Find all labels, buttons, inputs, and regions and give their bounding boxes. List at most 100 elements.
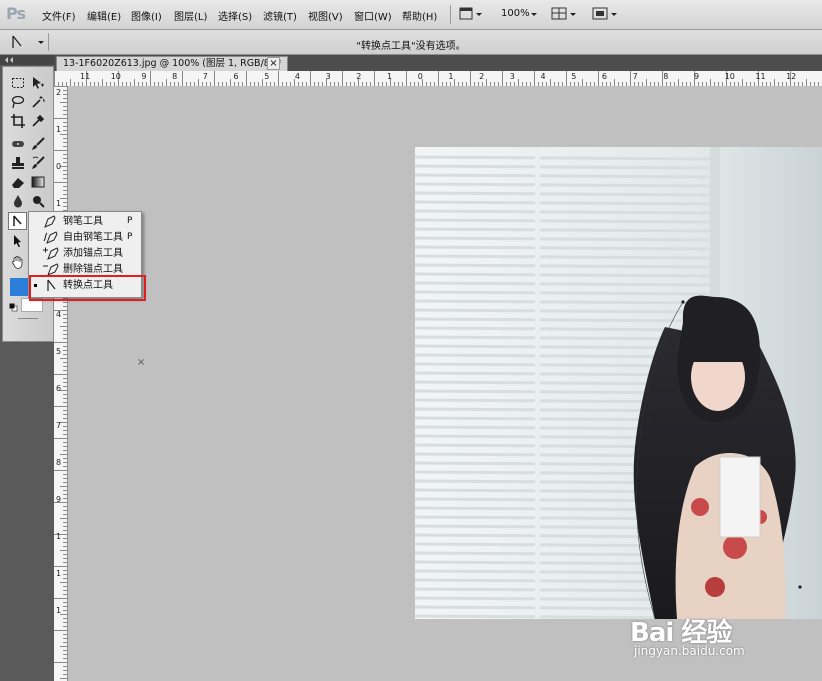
ruler-label: 7	[56, 421, 62, 430]
ruler-label: 2	[356, 72, 362, 81]
blind-slat	[415, 164, 716, 170]
ruler-label: 8	[663, 72, 669, 81]
eraser-icon[interactable]	[9, 174, 26, 190]
blind-slat	[415, 272, 716, 278]
ruler-label: 4	[294, 72, 300, 81]
spot-healing-icon[interactable]	[9, 136, 26, 152]
blind-slat	[415, 182, 716, 188]
ruler-label: 4	[540, 72, 546, 81]
ruler-label: 6	[56, 384, 62, 393]
blind-slat	[415, 308, 716, 314]
blind-slat	[415, 218, 716, 224]
blind-slat	[415, 155, 716, 161]
ruler-label: 9	[694, 72, 700, 81]
zoom-select[interactable]: 100%	[501, 8, 530, 19]
ruler-label: 8	[56, 458, 62, 467]
flyout-item-freeform-pen[interactable]: 自由钢笔工具 P	[29, 230, 141, 245]
move-tool-icon[interactable]	[29, 75, 46, 91]
brush-tool-icon[interactable]	[29, 136, 46, 152]
ruler-label: 6	[601, 72, 607, 81]
freeform-pen-icon	[43, 231, 59, 244]
menu-file[interactable]: 文件(F)	[42, 8, 76, 23]
toolbar-header[interactable]	[0, 55, 54, 65]
menu-image[interactable]: 图像(I)	[131, 8, 162, 23]
ruler-label: 11	[755, 72, 766, 81]
document-tab-title: 13-1F6020Z613.jpg @ 100% (图层 1, RGB/8) *	[63, 58, 282, 69]
ruler-label: 1	[56, 606, 62, 615]
blur-tool-icon[interactable]	[9, 193, 26, 209]
menu-select[interactable]: 选择(S)	[218, 8, 252, 23]
flyout-item-pen[interactable]: 钢笔工具 P	[29, 214, 141, 229]
chevron-down-icon[interactable]	[530, 7, 538, 24]
ruler-label: 7	[632, 72, 638, 81]
screen-mode-icon[interactable]	[592, 7, 618, 24]
highlight-box	[29, 275, 146, 301]
photoshop-logo: Ps	[6, 4, 26, 23]
eyedropper-icon[interactable]	[29, 113, 46, 129]
document-photo[interactable]	[415, 147, 822, 619]
marquee-tool-icon[interactable]	[9, 75, 26, 91]
blind-slat	[415, 245, 716, 251]
crop-tool-icon[interactable]	[9, 113, 26, 129]
blind-slat	[415, 191, 716, 197]
arrange-documents-icon[interactable]	[551, 7, 577, 24]
ruler-label: 5	[56, 347, 62, 356]
dodge-tool-icon[interactable]	[29, 193, 46, 209]
foreground-color-swatch[interactable]	[10, 278, 28, 296]
ruler-label: 3	[509, 72, 515, 81]
default-colors-icon[interactable]	[9, 302, 18, 312]
menu-edit[interactable]: 编辑(E)	[87, 8, 121, 23]
hand-tool-icon[interactable]	[9, 254, 26, 270]
clone-stamp-icon[interactable]	[9, 155, 26, 171]
blind-slat	[415, 236, 716, 242]
blind-slat	[415, 209, 716, 215]
tab-close-button[interactable]: ×	[267, 57, 280, 70]
ruler-label: 5	[264, 72, 270, 81]
add-anchor-icon	[43, 247, 59, 260]
blind-slat	[415, 173, 716, 179]
canvas-marker: ×	[137, 357, 146, 368]
menu-layer[interactable]: 图层(L)	[174, 8, 207, 23]
convert-point-tool-icon[interactable]	[8, 212, 27, 230]
blind-slat	[415, 200, 716, 206]
launch-bridge-icon[interactable]	[459, 7, 483, 24]
blind-slat	[415, 263, 716, 269]
document-tab[interactable]: 13-1F6020Z613.jpg @ 100% (图层 1, RGB/8) *	[56, 56, 289, 71]
blind-slat	[415, 227, 716, 233]
watermark-url: jingyan.baidu.com	[634, 644, 745, 658]
blind-slat	[415, 290, 716, 296]
menu-view[interactable]: 视图(V)	[308, 8, 343, 23]
pen-icon	[43, 215, 59, 228]
ruler-label: 5	[571, 72, 577, 81]
quick-mask-icon[interactable]	[18, 318, 38, 319]
photo-illustration	[415, 147, 822, 619]
ruler-label: 3	[325, 72, 331, 81]
flyout-item-add-anchor[interactable]: 添加锚点工具	[29, 246, 141, 261]
ruler-label: 2	[56, 88, 62, 97]
gradient-tool-icon[interactable]	[29, 174, 46, 190]
history-brush-icon[interactable]	[29, 155, 46, 171]
blind-slat	[415, 299, 716, 305]
ruler-label: 9	[141, 72, 147, 81]
blind-slat	[415, 254, 716, 260]
ruler-label: 1	[448, 72, 454, 81]
ruler-label: 12	[786, 72, 797, 81]
menu-filter[interactable]: 滤镜(T)	[263, 8, 297, 23]
ruler-label: 0	[56, 162, 62, 171]
ruler-label: 11	[80, 72, 91, 81]
ruler-label: 10	[724, 72, 735, 81]
ruler-label: 1	[56, 569, 62, 578]
menu-window[interactable]: 窗口(W)	[354, 8, 392, 23]
ruler-label: 10	[110, 72, 121, 81]
menu-separator	[450, 5, 451, 24]
blind-slat	[415, 317, 716, 323]
path-selection-icon[interactable]	[9, 233, 26, 249]
ruler-label: 4	[56, 310, 62, 319]
baidu-watermark: Bai 经验 jingyan.baidu.com	[630, 612, 745, 658]
ruler-label: 2	[479, 72, 485, 81]
lasso-tool-icon[interactable]	[9, 94, 26, 110]
ruler-label: 1	[56, 125, 62, 134]
ruler-label: 0	[417, 72, 423, 81]
menu-help[interactable]: 帮助(H)	[402, 8, 437, 23]
magic-wand-icon[interactable]	[29, 94, 46, 110]
